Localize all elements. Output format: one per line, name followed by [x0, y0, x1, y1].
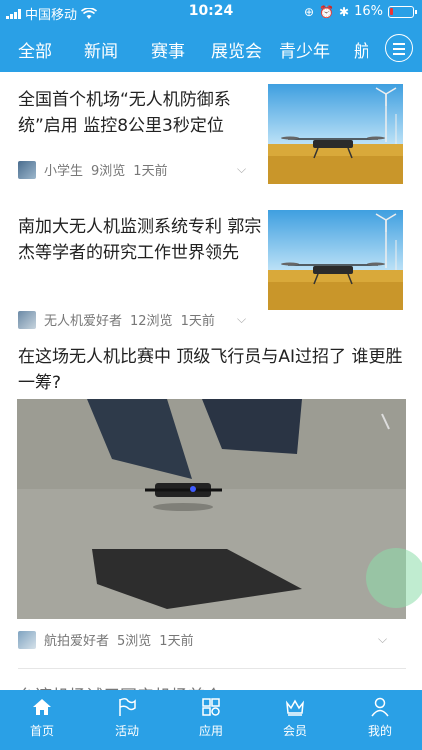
- rotation-lock-icon: ⊕: [304, 4, 315, 19]
- tab-youth[interactable]: 青少年: [279, 37, 330, 62]
- drone-field-image: [268, 84, 403, 184]
- nav-activity[interactable]: 活动: [97, 696, 157, 739]
- author-name[interactable]: 航拍爱好者: [44, 630, 109, 649]
- avatar[interactable]: [18, 160, 36, 179]
- nav-label: 我的: [367, 724, 392, 738]
- article-title[interactable]: 全国首个机场“无人机防御系统”启用 监控8公里3秒定位: [18, 87, 258, 139]
- chevron-down-icon[interactable]: ⌵: [237, 162, 246, 177]
- battery-level: [390, 7, 393, 15]
- floating-button[interactable]: [366, 548, 422, 608]
- flag-icon: [119, 697, 136, 716]
- article-title[interactable]: 在这场无人机比赛中 顶级飞行员与AI过招了 谁更胜一筹?: [18, 344, 410, 396]
- author-name[interactable]: 无人机爱好者: [44, 310, 122, 329]
- post-time: 1天前: [133, 164, 168, 179]
- nav-apps[interactable]: 应用: [181, 696, 241, 739]
- nav-label: 首页: [29, 724, 54, 738]
- tab-exhibitions[interactable]: 展览会: [211, 37, 262, 62]
- divider: [18, 668, 406, 669]
- home-icon: [33, 699, 51, 715]
- chevron-down-icon[interactable]: ⌵: [237, 312, 246, 327]
- racing-drone-image: [17, 399, 406, 619]
- article-title[interactable]: 南加大无人机监测系统专利 郭宗杰等学者的研究工作世界领先: [18, 214, 262, 266]
- post-time: 1天前: [159, 634, 194, 649]
- article-meta: 无人机爱好者 12浏览 1天前: [18, 310, 215, 329]
- nav-home[interactable]: 首页: [12, 696, 72, 739]
- view-count: 5浏览: [117, 634, 152, 649]
- avatar[interactable]: [18, 310, 36, 329]
- author-name[interactable]: 小学生: [44, 160, 83, 179]
- view-count: 9浏览: [91, 164, 126, 179]
- apps-grid-icon: [202, 698, 220, 716]
- bottom-nav: 首页 活动 应用 会员 我的: [0, 690, 422, 750]
- tab-all[interactable]: 全部: [18, 37, 52, 62]
- avatar[interactable]: [18, 630, 36, 649]
- tab-aerial[interactable]: 航: [354, 37, 368, 62]
- battery-icon: [388, 5, 417, 18]
- tab-news[interactable]: 新闻: [84, 37, 118, 62]
- user-icon: [371, 697, 389, 717]
- article-photo[interactable]: [17, 399, 406, 619]
- bluetooth-icon: ✱: [339, 4, 350, 19]
- nav-member[interactable]: 会员: [265, 696, 325, 739]
- nav-profile[interactable]: 我的: [350, 696, 410, 739]
- top-bar: 中国移动 10:24 ⊕ ⏰ ✱ 16% 全部 新闻 赛事 展览会 青少年 航: [0, 0, 422, 72]
- article-meta: 航拍爱好者 5浏览 1天前: [18, 630, 194, 649]
- menu-button[interactable]: [385, 34, 413, 62]
- status-bar: 中国移动 10:24 ⊕ ⏰ ✱ 16%: [0, 0, 422, 24]
- nav-label: 应用: [198, 724, 223, 738]
- nav-label: 会员: [282, 724, 307, 738]
- article-meta: 小学生 9浏览 1天前: [18, 160, 168, 179]
- article-thumbnail[interactable]: [268, 210, 403, 310]
- view-count: 12浏览: [130, 314, 173, 329]
- crown-icon: [286, 699, 304, 716]
- battery-percent: 16%: [354, 4, 383, 19]
- post-time: 1天前: [180, 314, 215, 329]
- nav-label: 活动: [114, 724, 139, 738]
- tab-events[interactable]: 赛事: [151, 37, 185, 62]
- drone-field-image: [268, 210, 403, 310]
- article-thumbnail[interactable]: [268, 84, 403, 184]
- chevron-down-icon[interactable]: ⌵: [378, 632, 387, 647]
- alarm-icon: ⏰: [319, 4, 335, 19]
- category-tabs: 全部 新闻 赛事 展览会 青少年 航: [0, 24, 422, 72]
- status-right: ⊕ ⏰ ✱ 16%: [304, 4, 417, 19]
